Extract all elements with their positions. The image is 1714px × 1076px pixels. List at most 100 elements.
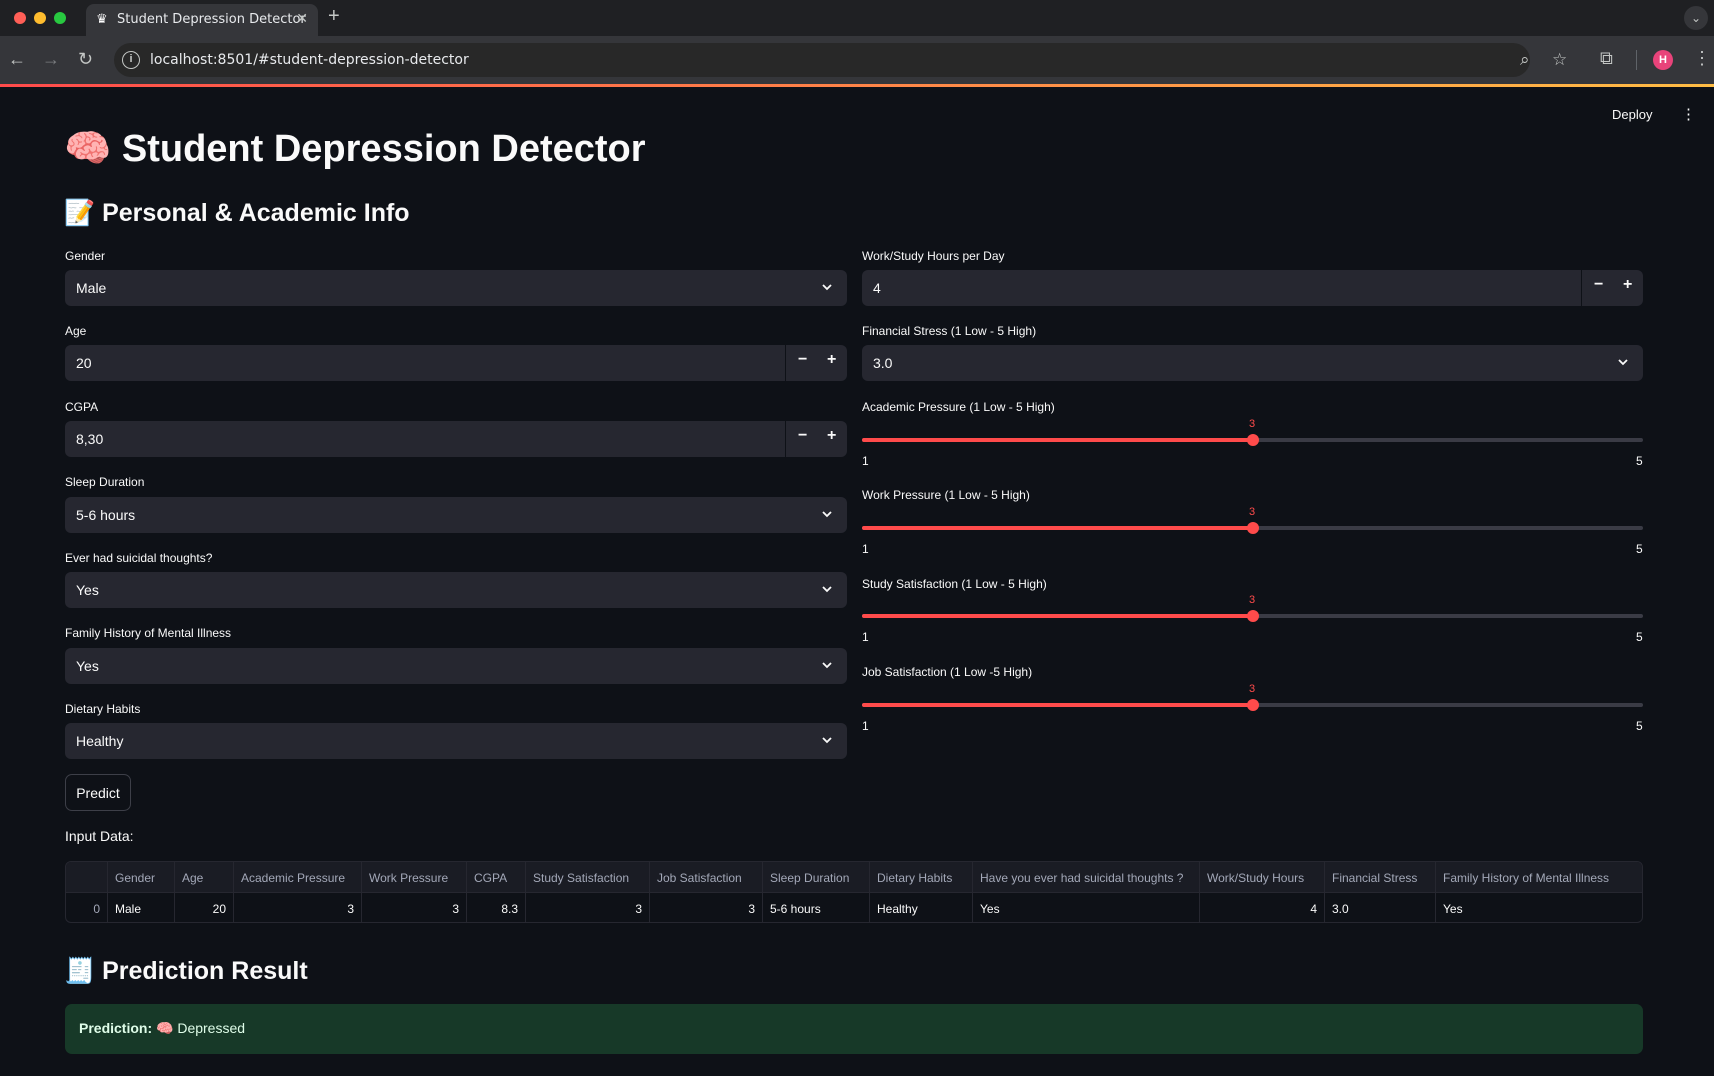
slider-min: 1 bbox=[862, 454, 869, 468]
table-header-cell[interactable]: Work Pressure bbox=[362, 862, 467, 893]
slider-value: 3 bbox=[1249, 418, 1256, 430]
slider-thumb[interactable] bbox=[1246, 699, 1259, 711]
slider-value: 3 bbox=[1249, 506, 1256, 518]
profile-avatar[interactable]: H bbox=[1653, 50, 1673, 70]
extensions-icon[interactable]: ⧉ bbox=[1600, 48, 1613, 69]
age-decrement-button[interactable]: − bbox=[798, 351, 807, 369]
close-window-button[interactable] bbox=[14, 12, 26, 24]
table-cell[interactable]: Male bbox=[108, 893, 175, 922]
cgpa-increment-button[interactable]: + bbox=[827, 427, 836, 445]
browser-tab[interactable]: ♛ Student Depression Detector ✕ bbox=[86, 4, 318, 36]
url-text[interactable]: localhost:8501/#student-depression-detec… bbox=[150, 52, 469, 68]
predict-button[interactable]: Predict bbox=[65, 774, 131, 811]
browser-menu-icon[interactable]: ⋮ bbox=[1693, 48, 1711, 69]
slider-max: 5 bbox=[1636, 630, 1643, 644]
table-cell[interactable]: Yes bbox=[1436, 893, 1642, 922]
table-cell[interactable]: 0 bbox=[66, 893, 108, 922]
table-header-cell[interactable]: Financial Stress bbox=[1325, 862, 1436, 893]
prediction-result-box: Prediction: 🧠 Depressed bbox=[65, 1004, 1643, 1054]
table-cell[interactable]: 4 bbox=[1200, 893, 1325, 922]
table-header-cell[interactable]: Family History of Mental Illness bbox=[1436, 862, 1642, 893]
age-increment-button[interactable]: + bbox=[827, 351, 836, 369]
deploy-button[interactable]: Deploy bbox=[1612, 107, 1652, 122]
crown-icon: ♛ bbox=[96, 11, 108, 26]
gender-select[interactable]: Male bbox=[65, 270, 847, 306]
table-header-cell[interactable]: CGPA bbox=[467, 862, 526, 893]
tab-search-button[interactable]: ⌄ bbox=[1684, 6, 1708, 30]
age-input[interactable]: 20 − + bbox=[65, 345, 847, 381]
reload-icon[interactable]: ↻ bbox=[78, 49, 93, 70]
chevron-down-icon bbox=[822, 284, 832, 291]
back-arrow-icon[interactable]: ← bbox=[8, 49, 26, 70]
table-header-cell[interactable]: Sleep Duration bbox=[763, 862, 870, 893]
forward-arrow-icon[interactable]: → bbox=[42, 49, 60, 70]
close-tab-icon[interactable]: ✕ bbox=[296, 10, 308, 27]
slider-track[interactable] bbox=[862, 522, 1643, 534]
table-header-cell[interactable]: Dietary Habits bbox=[870, 862, 973, 893]
zoom-icon[interactable]: ⌕ bbox=[1520, 50, 1530, 70]
sleep-duration-select[interactable]: 5-6 hours bbox=[65, 497, 847, 533]
study-hours-value[interactable]: 4 bbox=[873, 280, 881, 296]
new-tab-button[interactable]: + bbox=[328, 5, 340, 28]
table-header-cell[interactable]: Gender bbox=[108, 862, 175, 893]
address-bar[interactable]: i localhost:8501/#student-depression-det… bbox=[114, 43, 1567, 77]
cgpa-input[interactable]: 8,30 − + bbox=[65, 421, 847, 457]
slider-thumb[interactable] bbox=[1246, 610, 1259, 622]
family-history-select[interactable]: Yes bbox=[65, 648, 847, 684]
family-history-value: Yes bbox=[76, 658, 99, 674]
table-header-cell[interactable]: Study Satisfaction bbox=[526, 862, 650, 893]
slider-thumb[interactable] bbox=[1246, 522, 1259, 534]
minimize-window-button[interactable] bbox=[34, 12, 46, 24]
table-header-cell[interactable]: Have you ever had suicidal thoughts ? bbox=[973, 862, 1200, 893]
study-hours-label: Work/Study Hours per Day bbox=[862, 249, 1005, 263]
slider-track[interactable] bbox=[862, 699, 1643, 711]
table-header-cell[interactable]: Age bbox=[175, 862, 234, 893]
dietary-habits-select[interactable]: Healthy bbox=[65, 723, 847, 759]
suicidal-thoughts-select[interactable]: Yes bbox=[65, 572, 847, 608]
cgpa-value[interactable]: 8,30 bbox=[76, 431, 103, 447]
prediction-result-title: 🧾 Prediction Result bbox=[64, 957, 308, 985]
table-cell[interactable]: 3 bbox=[234, 893, 362, 922]
slider-fill bbox=[862, 438, 1253, 442]
slider-max: 5 bbox=[1636, 542, 1643, 556]
table-header-cell[interactable] bbox=[66, 862, 108, 893]
table-cell[interactable]: Yes bbox=[973, 893, 1200, 922]
slider-min: 1 bbox=[862, 719, 869, 733]
slider-track[interactable] bbox=[862, 434, 1643, 446]
streamlit-app: Deploy ⋮ 🧠 Student Depression Detector 📝… bbox=[0, 87, 1714, 1076]
site-info-icon[interactable]: i bbox=[122, 51, 140, 69]
app-menu-icon[interactable]: ⋮ bbox=[1681, 105, 1696, 123]
table-cell[interactable]: 20 bbox=[175, 893, 234, 922]
input-data-table[interactable]: Gender Age Academic Pressure Work Pressu… bbox=[65, 861, 1643, 923]
table-header-cell[interactable]: Work/Study Hours bbox=[1200, 862, 1325, 893]
slider-fill bbox=[862, 526, 1253, 530]
financial-stress-label: Financial Stress (1 Low - 5 High) bbox=[862, 324, 1037, 338]
table-cell[interactable]: 3 bbox=[362, 893, 467, 922]
toolbar-divider bbox=[1636, 50, 1637, 70]
prediction-result-text: Prediction: 🧠 Depressed bbox=[79, 1020, 245, 1037]
suicidal-thoughts-label: Ever had suicidal thoughts? bbox=[65, 551, 213, 565]
cgpa-decrement-button[interactable]: − bbox=[798, 427, 807, 445]
slider-label: Study Satisfaction (1 Low - 5 High) bbox=[862, 577, 1047, 591]
age-value[interactable]: 20 bbox=[76, 355, 92, 371]
table-cell[interactable]: 8.3 bbox=[467, 893, 526, 922]
browser-tab-bar: ♛ Student Depression Detector ✕ + ⌄ bbox=[0, 0, 1714, 36]
slider-thumb[interactable] bbox=[1246, 434, 1259, 446]
table-cell[interactable]: 5-6 hours bbox=[763, 893, 870, 922]
bookmark-star-icon[interactable]: ☆ bbox=[1552, 50, 1567, 70]
section-title: 📝 Personal & Academic Info bbox=[64, 199, 410, 227]
financial-stress-select[interactable]: 3.0 bbox=[862, 345, 1643, 381]
table-header-cell[interactable]: Academic Pressure bbox=[234, 862, 362, 893]
slider-track[interactable] bbox=[862, 610, 1643, 622]
table-cell[interactable]: 3.0 bbox=[1325, 893, 1436, 922]
maximize-window-button[interactable] bbox=[54, 12, 66, 24]
table-cell[interactable]: Healthy bbox=[870, 893, 973, 922]
slider-min: 1 bbox=[862, 542, 869, 556]
table-cell[interactable]: 3 bbox=[526, 893, 650, 922]
table-header-cell[interactable]: Job Satisfaction bbox=[650, 862, 763, 893]
table-cell[interactable]: 3 bbox=[650, 893, 763, 922]
study-hours-decrement-button[interactable]: − bbox=[1594, 276, 1603, 294]
study-hours-increment-button[interactable]: + bbox=[1623, 276, 1632, 294]
dietary-habits-label: Dietary Habits bbox=[65, 702, 141, 716]
study-hours-input[interactable]: 4 − + bbox=[862, 270, 1643, 306]
